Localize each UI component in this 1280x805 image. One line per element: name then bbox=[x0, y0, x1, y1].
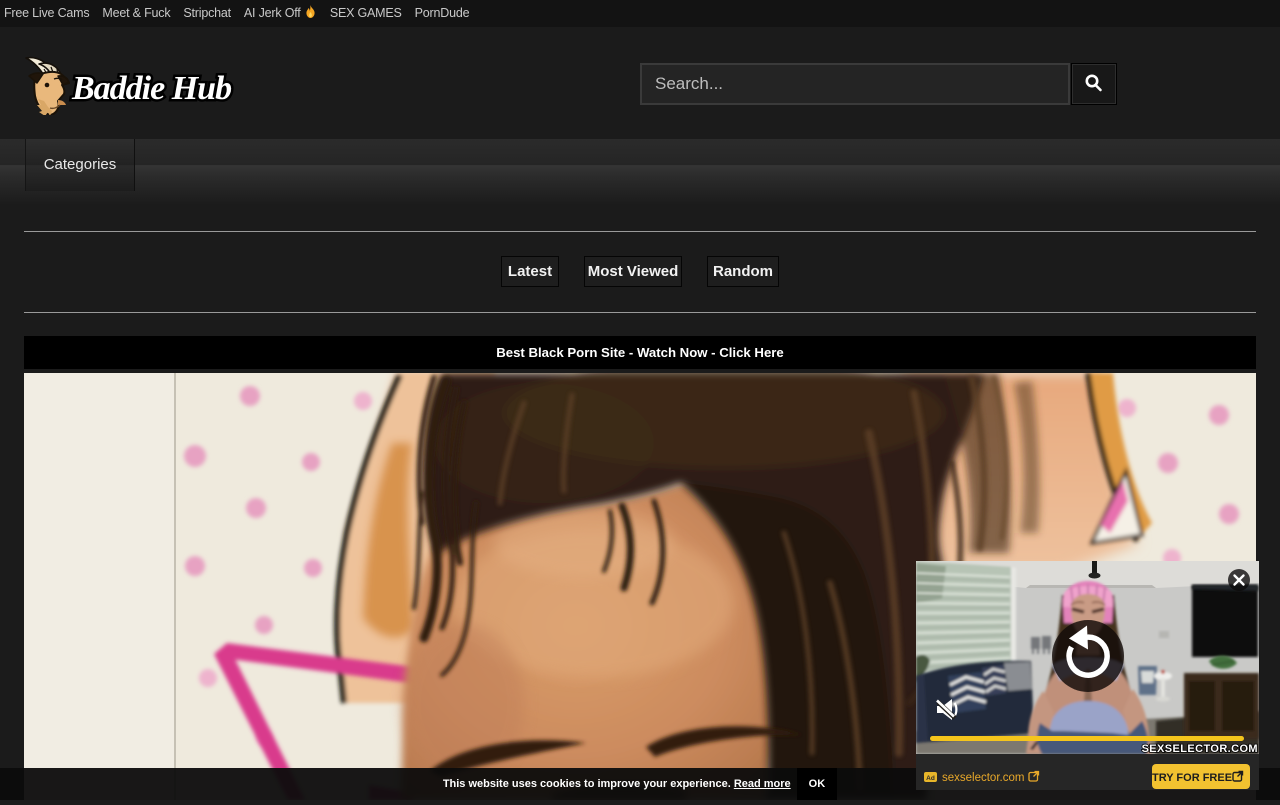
svg-text:TRY FOR FREE: TRY FOR FREE bbox=[1152, 772, 1232, 784]
svg-text:Ad: Ad bbox=[926, 775, 935, 782]
svg-text:Baddie Hub: Baddie Hub bbox=[71, 70, 231, 107]
svg-text:sexselector.com: sexselector.com bbox=[942, 772, 1024, 784]
svg-text:SEXSELECTOR.COM: SEXSELECTOR.COM bbox=[1142, 743, 1258, 754]
